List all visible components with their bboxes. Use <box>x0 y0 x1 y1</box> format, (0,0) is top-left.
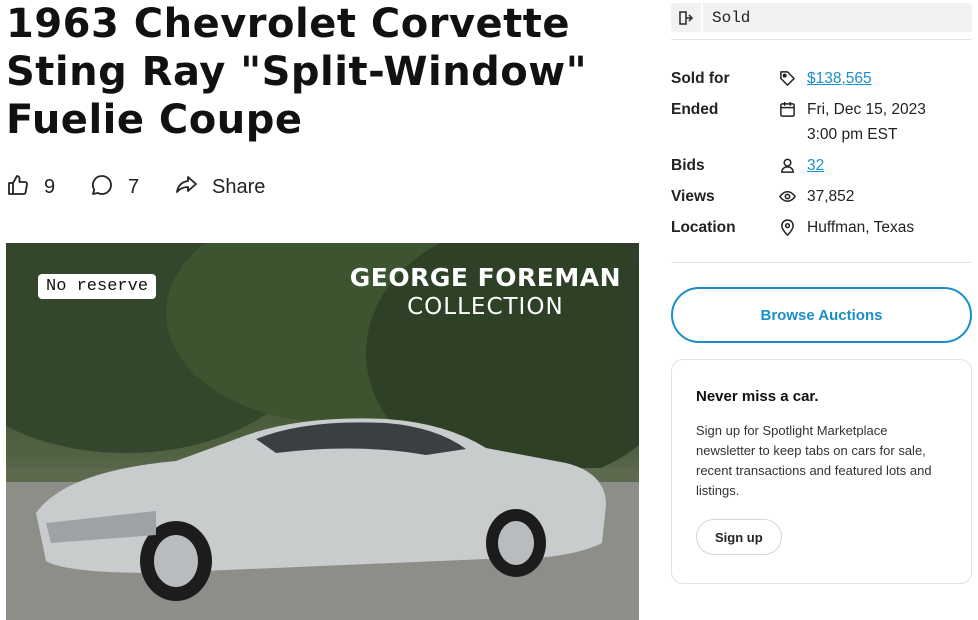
person-icon <box>779 153 807 178</box>
auction-facts: Sold for $138,565 Ended Fri, Dec 15, 202… <box>671 66 972 246</box>
like-count: 9 <box>44 175 56 198</box>
collection-subtitle: COLLECTION <box>407 294 564 320</box>
newsletter-heading: Never miss a car. <box>696 388 819 405</box>
title-line-1: 1963 Chevrolet Corvette <box>6 1 571 47</box>
divider <box>671 39 972 40</box>
comment-button[interactable]: 7 <box>90 173 174 202</box>
fact-location: Location Huffman, Texas <box>671 215 972 240</box>
gavel-icon <box>671 3 703 32</box>
eye-icon <box>779 184 807 209</box>
comment-icon <box>90 173 114 202</box>
sold-price-link[interactable]: $138,565 <box>807 70 872 87</box>
collection-watermark: GEORGE FOREMAN COLLECTION <box>350 263 621 320</box>
sign-up-button[interactable]: Sign up <box>696 519 782 555</box>
browse-auctions-button[interactable]: Browse Auctions <box>671 287 972 343</box>
no-reserve-badge: No reserve <box>38 274 157 299</box>
calendar-icon <box>779 97 807 147</box>
fact-ended: Ended Fri, Dec 15, 2023 3:00 pm EST <box>671 97 972 147</box>
newsletter-body: Sign up for Spotlight Marketplace newsle… <box>696 423 932 498</box>
fact-label: Location <box>671 219 736 236</box>
like-button[interactable]: 9 <box>6 173 90 202</box>
hero-photo[interactable]: No reserve GEORGE FOREMAN COLLECTION <box>6 243 639 620</box>
fact-bids: Bids 32 <box>671 153 972 178</box>
fact-views: Views 37,852 <box>671 184 972 209</box>
share-arrow-icon <box>174 173 198 202</box>
title-line-2: Sting Ray "Split-Window" <box>6 49 588 95</box>
status-bar: Sold <box>671 3 972 32</box>
fact-label: Sold for <box>671 70 730 87</box>
listing-title: 1963 Chevrolet Corvette Sting Ray "Split… <box>6 0 646 144</box>
end-date: Fri, Dec 15, 2023 <box>807 101 926 118</box>
listing-actions: 9 7 Share <box>6 170 265 204</box>
end-datetime: Fri, Dec 15, 2023 3:00 pm EST <box>807 97 926 147</box>
views-count: 37,852 <box>807 188 855 205</box>
comment-count: 7 <box>128 175 140 198</box>
fact-label: Ended <box>671 101 719 118</box>
location-value: Huffman, Texas <box>807 219 915 236</box>
collection-name: GEORGE FOREMAN <box>349 263 621 292</box>
divider <box>671 262 972 263</box>
status-text: Sold <box>712 8 751 27</box>
tag-icon <box>779 66 807 91</box>
fact-label: Bids <box>671 157 705 174</box>
newsletter-card: Never miss a car. Sign up for Spotlight … <box>671 359 972 584</box>
pin-icon <box>779 215 807 240</box>
fact-label: Views <box>671 188 715 205</box>
share-label: Share <box>212 175 266 198</box>
end-time: 3:00 pm EST <box>807 126 898 143</box>
thumbs-up-icon <box>6 173 30 202</box>
share-button[interactable]: Share <box>174 173 265 202</box>
bids-link[interactable]: 32 <box>807 157 824 174</box>
fact-sold-for: Sold for $138,565 <box>671 66 972 91</box>
title-line-3: Fuelie Coupe <box>6 97 303 143</box>
